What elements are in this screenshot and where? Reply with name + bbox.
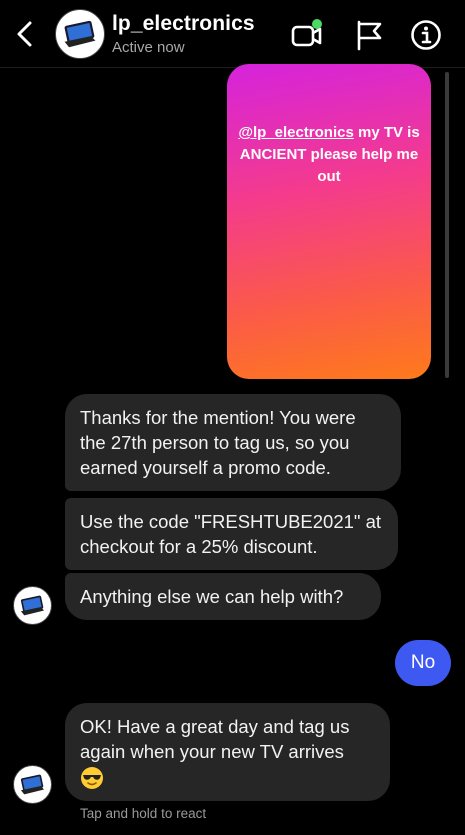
message-bubble[interactable]: OK! Have a great day and tag us again wh… (65, 703, 390, 802)
chat-header: lp_electronics Active now (0, 0, 465, 68)
story-mention-card[interactable]: @lp_electronics my TV is ANCIENT please … (227, 64, 431, 379)
info-icon[interactable] (409, 18, 443, 52)
message-bubble[interactable]: Thanks for the mention! You were the 27t… (65, 394, 401, 491)
scrollbar[interactable] (445, 72, 449, 378)
avatar[interactable] (56, 10, 104, 58)
message-text: OK! Have a great day and tag us again wh… (80, 716, 350, 762)
contact-name[interactable]: lp_electronics (112, 12, 255, 36)
chevron-left-icon[interactable] (10, 18, 40, 50)
story-text: @lp_electronics my TV is ANCIENT please … (237, 122, 421, 188)
message-bubble[interactable]: Anything else we can help with? (65, 573, 381, 620)
flag-icon[interactable] (353, 18, 387, 52)
sunglasses-emoji-icon (80, 766, 104, 790)
active-status: Active now (112, 39, 185, 56)
story-mention[interactable]: @lp_electronics (238, 124, 354, 141)
video-call-icon[interactable] (290, 18, 324, 52)
avatar[interactable] (14, 587, 51, 624)
message-bubble[interactable]: Use the code "FRESHTUBE2021" at checkout… (65, 498, 398, 570)
my-message-bubble[interactable]: No (395, 640, 451, 686)
avatar[interactable] (14, 766, 51, 803)
react-hint: Tap and hold to react (80, 806, 207, 821)
